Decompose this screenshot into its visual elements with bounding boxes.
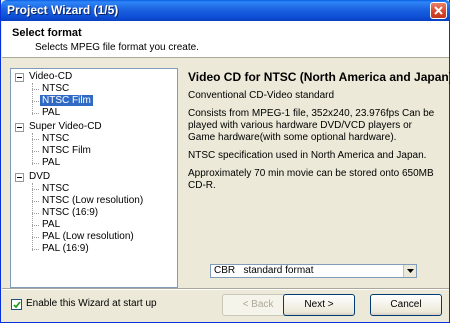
tree-item-dvd-pal-16-9[interactable]: PAL (16:9) <box>40 243 91 255</box>
project-wizard-window: Project Wizard (1/5) Select format Selec… <box>0 0 450 323</box>
checkmark-icon <box>13 301 21 309</box>
dropdown-arrow-button[interactable] <box>403 265 416 277</box>
format-title: Video CD for NTSC (North America and Jap… <box>188 70 450 84</box>
collapse-toggle-video-cd[interactable] <box>15 73 24 82</box>
tree-item-svcd-ntsc-film[interactable]: NTSC Film <box>40 145 93 157</box>
format-capacity-text: Approximately 70 min movie can be stored… <box>188 168 434 191</box>
format-region-text: NTSC specification used in North America… <box>188 150 427 161</box>
tree-group-video-cd[interactable]: Video-CD <box>27 71 74 83</box>
enable-wizard-label[interactable]: Enable this Wizard at start up <box>26 298 157 309</box>
wizard-header: Select format Selects MPEG file format y… <box>2 21 449 58</box>
bitrate-mode-select[interactable]: CBR standard format <box>210 264 417 278</box>
step-subtitle: Selects MPEG file format you create. <box>35 42 199 53</box>
tree-item-vcd-ntsc-film[interactable]: NTSC Film <box>40 95 93 107</box>
tree-group-dvd[interactable]: DVD <box>27 171 52 183</box>
cancel-button[interactable]: Cancel <box>370 294 442 316</box>
format-description-text: Consists from MPEG-1 file, 352x240, 23.9… <box>188 108 435 143</box>
tree-item-dvd-ntsc-low-res[interactable]: NTSC (Low resolution) <box>40 195 145 207</box>
tree-item-svcd-pal[interactable]: PAL <box>40 157 62 169</box>
close-button[interactable] <box>430 2 447 19</box>
collapse-toggle-super-video-cd[interactable] <box>15 123 24 132</box>
tree-item-dvd-pal[interactable]: PAL <box>40 219 62 231</box>
tree-item-dvd-ntsc[interactable]: NTSC <box>40 183 71 195</box>
footer-divider <box>2 288 449 290</box>
chevron-down-icon <box>407 269 414 273</box>
next-button[interactable]: Next > <box>283 294 355 316</box>
close-icon <box>434 6 443 15</box>
format-standard-text: Conventional CD-Video standard <box>188 90 335 101</box>
tree-group-super-video-cd[interactable]: Super Video-CD <box>27 121 104 133</box>
tree-item-dvd-ntsc-16-9[interactable]: NTSC (16:9) <box>40 207 100 219</box>
format-tree[interactable]: Video-CD NTSC NTSC Film PAL Super Video-… <box>10 68 178 288</box>
title-bar[interactable]: Project Wizard (1/5) <box>1 0 450 21</box>
tree-item-vcd-pal[interactable]: PAL <box>40 107 62 119</box>
tree-item-vcd-ntsc[interactable]: NTSC <box>40 83 71 95</box>
enable-wizard-checkbox[interactable] <box>11 299 22 310</box>
tree-item-dvd-pal-low-res[interactable]: PAL (Low resolution) <box>40 231 136 243</box>
tree-item-svcd-ntsc[interactable]: NTSC <box>40 133 71 145</box>
window-title: Project Wizard (1/5) <box>7 3 119 17</box>
bitrate-mode-value: CBR standard format <box>214 265 314 276</box>
collapse-toggle-dvd[interactable] <box>15 173 24 182</box>
step-title: Select format <box>12 27 82 39</box>
